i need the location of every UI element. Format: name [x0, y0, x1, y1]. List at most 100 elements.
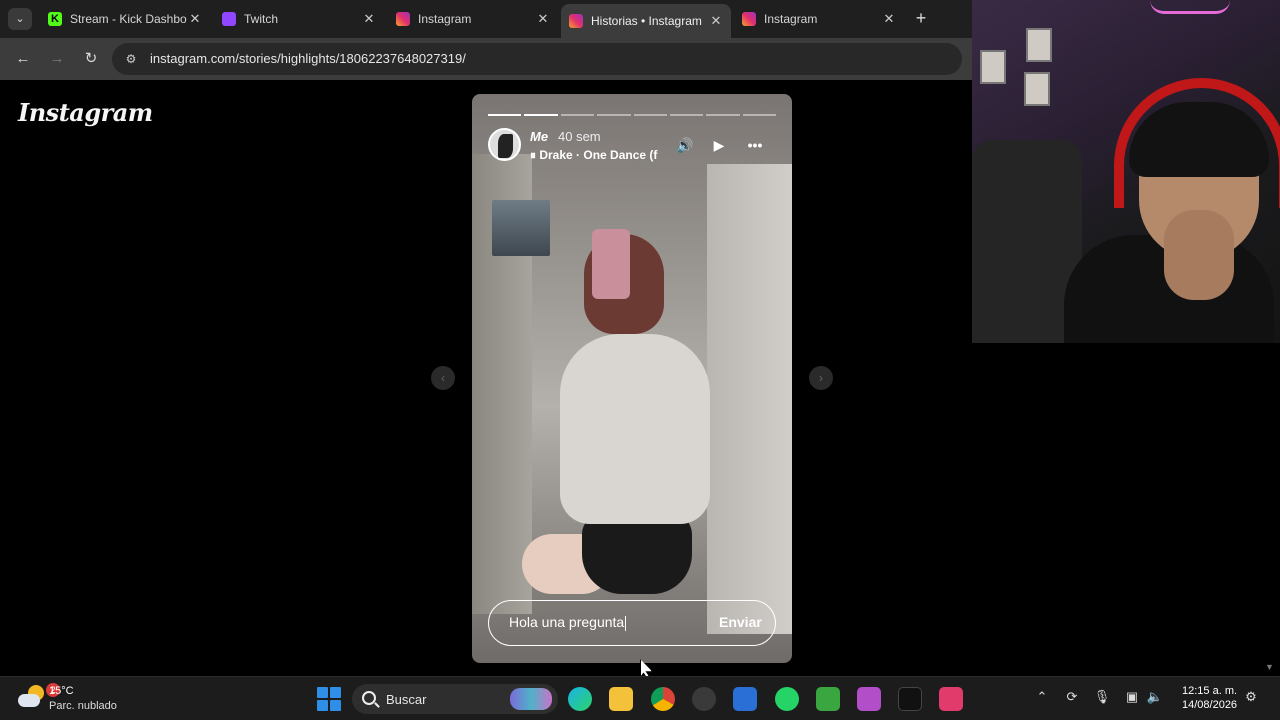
previous-story-button[interactable]: ‹ — [431, 366, 455, 390]
taskbar-search[interactable]: Buscar — [352, 684, 558, 714]
story-progress-segment — [560, 114, 595, 116]
streamer-hand — [1164, 210, 1234, 300]
scrollbar-down-arrow[interactable]: ▼ — [1265, 662, 1274, 672]
tab-twitch[interactable]: Twitch ✕ — [214, 4, 384, 34]
kick-icon: K — [48, 12, 62, 26]
tab-instagram-2[interactable]: Instagram ✕ — [734, 4, 904, 34]
capcut-icon[interactable] — [898, 687, 922, 711]
close-icon[interactable]: ✕ — [882, 11, 896, 27]
tiktok-icon[interactable] — [939, 687, 963, 711]
forward-icon[interactable]: → — [46, 48, 68, 70]
close-icon[interactable]: ✕ — [709, 13, 723, 29]
tab-historias-instagram[interactable]: Historias • Instagram ✕ — [561, 4, 731, 38]
story-photo-shorts — [582, 514, 692, 594]
file-explorer-icon[interactable] — [609, 687, 633, 711]
weather-icon[interactable]: 2 — [18, 683, 60, 711]
minecraft-icon[interactable] — [816, 687, 840, 711]
led-light-strip — [1150, 0, 1230, 14]
story-progress-bar — [488, 114, 776, 116]
more-options-icon[interactable]: ••• — [744, 134, 766, 156]
network-icon[interactable]: ▣ — [1122, 689, 1142, 705]
story-timestamp: 40 sem — [558, 129, 601, 144]
close-icon[interactable]: ✕ — [188, 11, 202, 27]
address-bar[interactable]: ⚙ instagram.com/stories/highlights/18062… — [112, 43, 962, 75]
story-progress-segment — [597, 114, 631, 116]
url-text[interactable]: instagram.com/stories/highlights/1806223… — [150, 51, 466, 66]
settings-gear-icon[interactable]: ⚙ — [1241, 689, 1261, 705]
close-icon[interactable]: ✕ — [362, 11, 376, 27]
screen: ⌄ K Stream - Kick Dashbo ✕ Twitch ✕ Inst… — [0, 0, 1280, 720]
reload-icon[interactable]: ↻ — [80, 48, 102, 70]
story-progress-segment — [669, 114, 704, 116]
chrome-icon[interactable] — [651, 687, 675, 711]
wall-poster — [1024, 72, 1050, 106]
wall-poster — [1026, 28, 1052, 62]
start-button[interactable] — [317, 687, 341, 711]
app-icon[interactable] — [857, 687, 881, 711]
instagram-icon — [396, 12, 410, 26]
whatsapp-icon[interactable] — [775, 687, 799, 711]
weather-condition[interactable]: Parc. nublado — [49, 700, 117, 712]
clock-time[interactable]: 12:15 a. m. — [1182, 685, 1237, 697]
wall-poster — [980, 50, 1006, 84]
clock-date[interactable]: 14/08/2026 — [1182, 699, 1237, 711]
weather-temperature[interactable]: 15°C — [49, 685, 74, 697]
tab-kick-dashboard[interactable]: K Stream - Kick Dashbo ✕ — [40, 4, 210, 34]
tab-title: Historias • Instagram — [591, 14, 702, 28]
webcam-overlay — [972, 0, 1280, 343]
tab-title: Stream - Kick Dashbo — [70, 12, 187, 26]
story-photo-phone — [592, 229, 630, 299]
tab-search-menu-button[interactable]: ⌄ — [8, 8, 32, 30]
speaker-icon[interactable]: 🔈 — [1145, 689, 1165, 705]
close-icon[interactable]: ✕ — [536, 11, 550, 27]
search-highlight-icon — [510, 688, 552, 710]
story-username[interactable]: Me — [530, 129, 548, 144]
windows-logo-tile — [330, 687, 341, 698]
story-progress-segment — [524, 114, 558, 116]
edge-icon[interactable] — [568, 687, 592, 711]
streamer — [1054, 60, 1280, 343]
new-tab-button[interactable]: + — [910, 8, 932, 30]
story-photo-shirt — [560, 334, 710, 524]
microphone-icon[interactable]: 🎙 — [1092, 689, 1112, 705]
windows-logo-tile — [330, 700, 341, 711]
search-label: Buscar — [386, 692, 427, 707]
chevron-up-icon[interactable]: ⌃ — [1032, 689, 1052, 705]
tab-title: Instagram — [764, 12, 818, 26]
next-story-button[interactable]: › — [809, 366, 833, 390]
sync-icon[interactable]: ⟳ — [1062, 689, 1082, 705]
story-progress-segment — [742, 114, 776, 116]
story-photo-door — [707, 164, 792, 634]
windows-taskbar: 2 15°C Parc. nublado Buscar ⌃ ⟳ 🎙 ▣ 🔈 12… — [0, 676, 1280, 720]
reply-input[interactable]: Hola una pregunta — [509, 614, 626, 631]
headset — [1114, 78, 1280, 208]
twitch-icon — [222, 12, 236, 26]
story-music-label[interactable]: ⏸ Drake · One Dance (f — [530, 148, 660, 163]
instagram-icon — [742, 12, 756, 26]
search-icon — [362, 691, 376, 705]
tab-title: Instagram — [418, 12, 472, 26]
volume-icon[interactable]: 🔊 — [674, 134, 696, 156]
cloud-shape — [18, 694, 40, 707]
reply-box[interactable]: Hola una pregunta Enviar — [488, 600, 776, 646]
back-icon[interactable]: ← — [12, 48, 34, 70]
instagram-icon — [569, 14, 583, 28]
music-bars-icon: ⏸ — [530, 148, 540, 162]
avatar[interactable] — [488, 128, 521, 161]
story-viewer[interactable]: Me 40 sem ⏸ Drake · One Dance (f 🔊 ▶ •••… — [472, 94, 792, 663]
tab-instagram[interactable]: Instagram ✕ — [388, 4, 558, 34]
music-album-sticker[interactable] — [492, 200, 550, 256]
site-settings-icon[interactable]: ⚙ — [122, 50, 140, 68]
obs-icon[interactable] — [692, 687, 716, 711]
play-icon[interactable]: ▶ — [708, 134, 730, 156]
story-progress-segment — [488, 114, 522, 116]
story-progress-segment — [633, 114, 667, 116]
windows-logo-tile — [317, 687, 328, 698]
send-button[interactable]: Enviar — [719, 614, 762, 630]
windows-logo-tile — [317, 700, 328, 711]
tab-title: Twitch — [244, 12, 279, 26]
microsoft-store-icon[interactable] — [733, 687, 757, 711]
instagram-logo[interactable]: Instagram — [18, 98, 153, 127]
story-progress-segment — [706, 114, 740, 116]
music-title: Drake · One Dance (f — [539, 148, 658, 162]
